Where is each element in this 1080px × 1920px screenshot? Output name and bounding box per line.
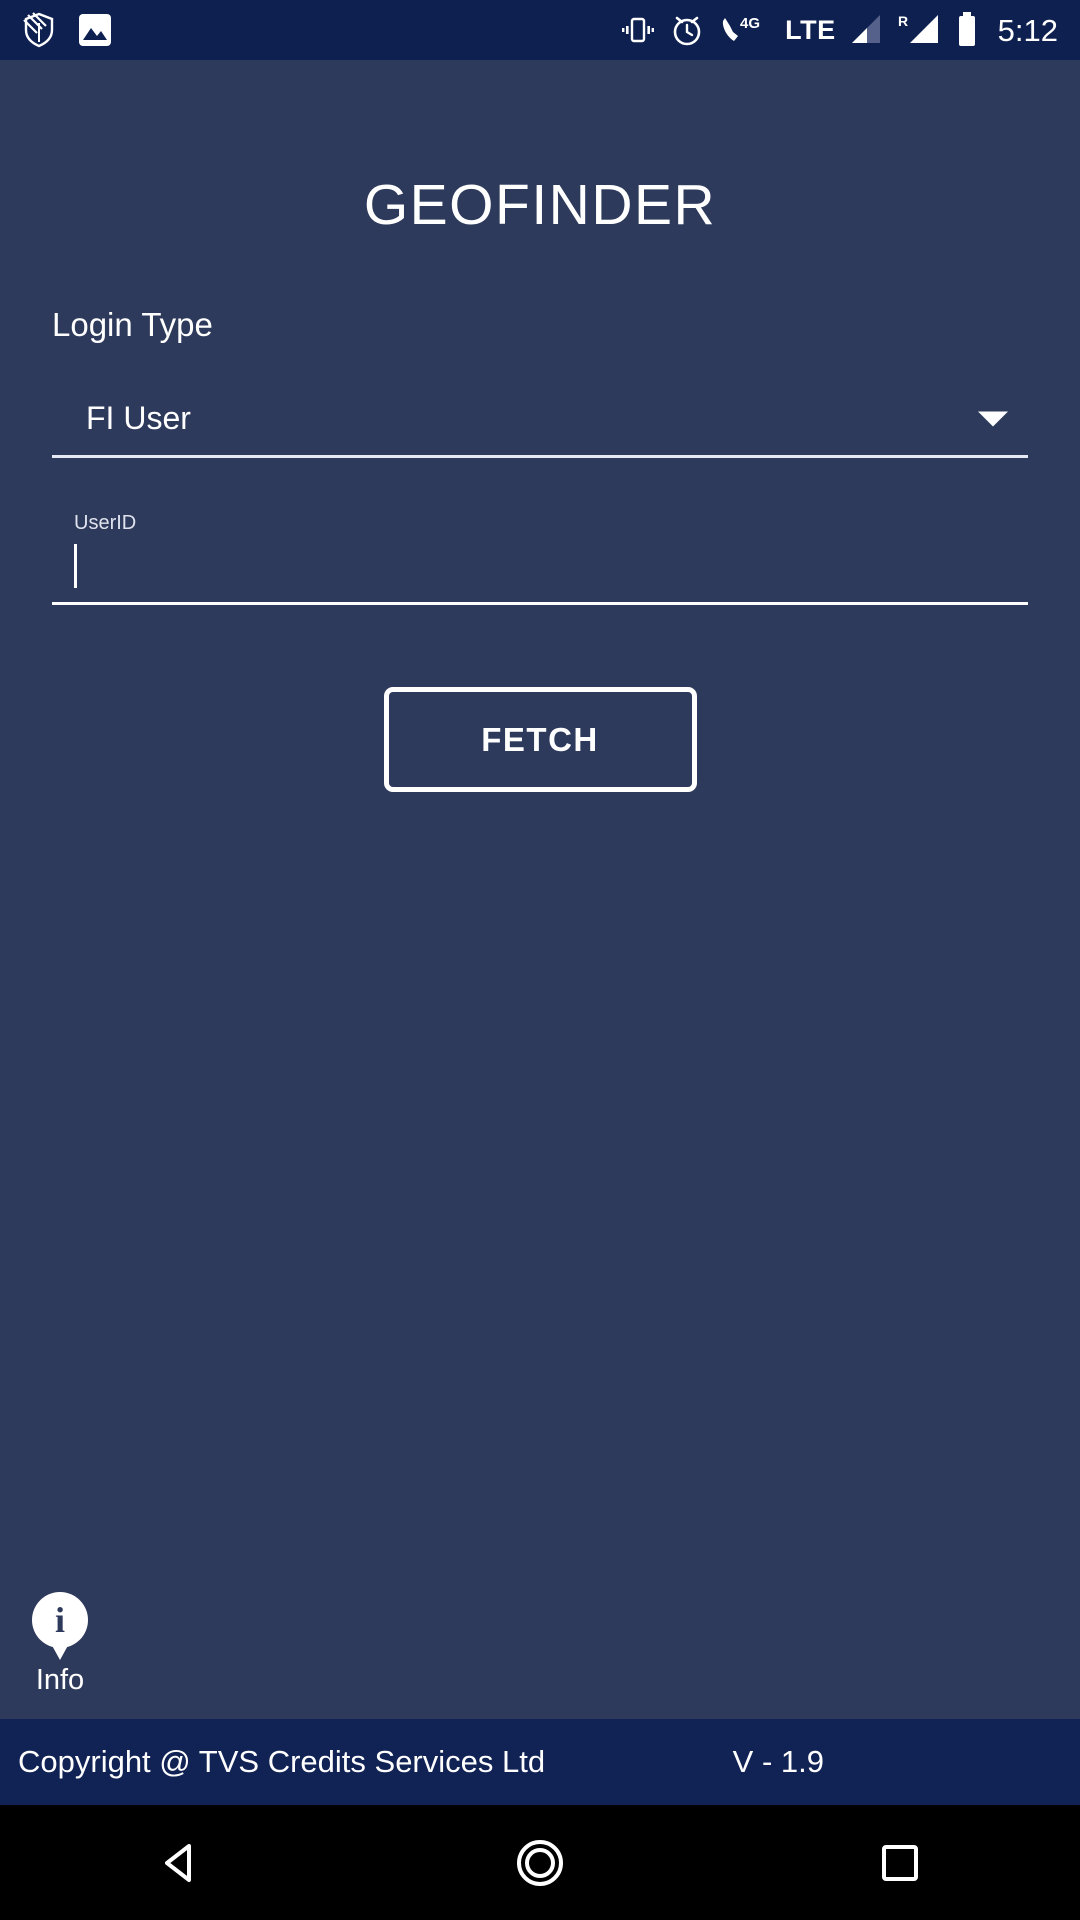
status-bar-right-icons: 4G LTE R 5:12 (621, 12, 1058, 48)
login-type-selected-value: FI User (86, 400, 191, 436)
back-triangle-icon[interactable] (120, 1805, 240, 1920)
info-button[interactable]: i Info (32, 1592, 88, 1697)
info-label: Info (35, 1664, 85, 1696)
alarm-clock-icon (669, 12, 705, 48)
image-icon (78, 13, 112, 47)
footer-bar: Copyright @ TVS Credits Services Ltd V -… (0, 1719, 1080, 1805)
battery-icon (956, 12, 978, 48)
fetch-button-container: FETCH (52, 687, 1028, 792)
phone-4g-icon: 4G (719, 13, 771, 47)
status-bar: 4G LTE R 5:12 (0, 0, 1080, 60)
vibrate-icon (621, 13, 655, 47)
home-circle-icon[interactable] (480, 1805, 600, 1920)
text-cursor (74, 544, 77, 588)
version-text: V - 1.9 (732, 1744, 824, 1779)
signal-bars-sim2-roaming-icon: R (898, 13, 942, 47)
userid-field[interactable]: UserID (52, 512, 1028, 605)
page-title: GEOFINDER (363, 173, 717, 237)
userid-label: UserID (74, 512, 137, 534)
status-bar-left-icons (22, 12, 112, 48)
recents-square-icon[interactable] (840, 1805, 960, 1920)
lte-label: LTE (785, 14, 836, 45)
signal-bars-sim1-icon (850, 13, 884, 47)
info-pin-icon: i (32, 1592, 88, 1648)
main-content: GEOFINDER Login Type FI User UserID FETC… (0, 60, 1080, 1719)
android-navigation-bar (0, 1805, 1080, 1920)
info-letter: i (54, 1600, 65, 1640)
chevron-down-icon (978, 411, 1008, 426)
svg-text:R: R (898, 13, 908, 29)
login-type-label: Login Type (52, 306, 213, 343)
svg-text:4G: 4G (740, 15, 760, 32)
status-bar-clock: 5:12 (997, 12, 1058, 48)
fetch-button[interactable]: FETCH (383, 687, 697, 792)
shield-arrows-icon (22, 12, 56, 48)
login-type-dropdown[interactable]: FI User (52, 382, 1028, 458)
userid-input-area[interactable] (74, 544, 77, 588)
app-screen: 4G LTE R 5:12 GEOFINDER Login Type FI Us… (0, 0, 1080, 1920)
copyright-text: Copyright @ TVS Credits Services Ltd (18, 1744, 546, 1779)
